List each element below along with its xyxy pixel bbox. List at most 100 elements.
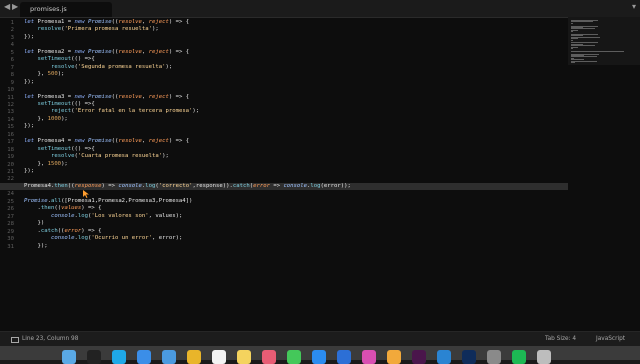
code-line[interactable]: let Promesa2 = new Promise((resolve, rej… xyxy=(24,49,568,57)
terminal-icon[interactable] xyxy=(87,350,101,364)
slack-icon[interactable] xyxy=(412,350,426,364)
code-line[interactable]: resolve('Segunda promesa resuelta'); xyxy=(24,64,568,72)
code-line[interactable] xyxy=(24,41,568,49)
mail-icon[interactable] xyxy=(162,350,176,364)
code-token: }, xyxy=(24,115,48,122)
code-line[interactable]: setTimeout(() =>{ xyxy=(24,101,568,109)
line-number: 29 xyxy=(7,228,14,235)
code-line[interactable]: console.log('Los valores son', values); xyxy=(24,213,568,221)
code-token: resolve xyxy=(37,26,62,33)
finder-icon[interactable] xyxy=(62,350,76,364)
syntax-indicator[interactable]: JavaScript xyxy=(596,336,625,342)
trash-icon[interactable] xyxy=(537,350,551,364)
code-line[interactable]: }); xyxy=(24,123,568,131)
code-line[interactable]: reject('Error fatal en la tercera promes… xyxy=(24,108,568,116)
code-line[interactable]: console.log('Ocurrio un error', error); xyxy=(24,235,568,243)
code-line[interactable]: let Promesa3 = new Promise((resolve, rej… xyxy=(24,94,568,102)
code-line[interactable]: setTimeout(() =>{ xyxy=(24,146,568,154)
code-token: , xyxy=(141,19,149,25)
code-line[interactable]: }, 1500); xyxy=(24,161,568,169)
code-token: ) => { xyxy=(168,93,190,100)
code-token: let xyxy=(24,19,38,25)
code-token: Promise xyxy=(88,93,112,100)
code-line[interactable]: }); xyxy=(24,243,568,251)
code-token: Promesa4 = xyxy=(37,138,75,145)
code-editor[interactable]: 1234567891011121314151617181920212223242… xyxy=(0,17,568,331)
itunes-icon[interactable] xyxy=(362,350,376,364)
chevron-down-icon[interactable]: ▾ xyxy=(632,2,636,11)
cursor-position[interactable]: Line 23, Column 98 xyxy=(22,336,78,342)
tab-size-indicator[interactable]: Tab Size: 4 xyxy=(545,336,576,342)
code-token: }); xyxy=(24,168,35,174)
line-number: 16 xyxy=(7,131,14,138)
code-area[interactable]: let Promesa1 = new Promise ((resolve, rej… xyxy=(0,17,568,331)
code-line[interactable]: let Promesa4 = new Promise((resolve, rej… xyxy=(24,138,568,146)
spotify-icon[interactable] xyxy=(512,350,526,364)
skype-icon[interactable] xyxy=(112,350,126,364)
code-line[interactable]: Promise.all([Promesa1,Promesa2,Promesa3,… xyxy=(24,198,568,206)
code-token: (() =>{ xyxy=(71,100,95,107)
code-token: }, xyxy=(24,71,48,78)
sketch-icon[interactable] xyxy=(387,350,401,364)
chrome-icon[interactable] xyxy=(187,350,201,364)
code-token: log xyxy=(145,182,156,189)
messages-icon[interactable] xyxy=(287,350,301,364)
code-token: console xyxy=(50,235,75,242)
code-token: resolve xyxy=(50,153,75,160)
code-token: console xyxy=(50,212,75,219)
notes-icon[interactable] xyxy=(237,350,251,364)
photos-icon[interactable] xyxy=(262,350,276,364)
code-token: console xyxy=(283,182,308,189)
code-token: , xyxy=(141,138,149,145)
calendar-icon[interactable] xyxy=(212,350,226,364)
appstore-icon[interactable] xyxy=(312,350,326,364)
safari-icon[interactable] xyxy=(137,350,151,364)
code-line[interactable]: .then((values) => { xyxy=(24,205,568,213)
line-number: 13 xyxy=(7,109,14,116)
line-number: 26 xyxy=(7,206,14,213)
code-line[interactable] xyxy=(24,86,568,94)
dock xyxy=(0,346,640,364)
code-line[interactable]: let Promesa1 = new Promise((resolve, rej… xyxy=(24,19,568,27)
code-line[interactable] xyxy=(24,131,568,139)
code-token: (error)); xyxy=(320,182,351,189)
code-line[interactable]: }); xyxy=(24,79,568,87)
code-token: then xyxy=(54,182,68,189)
line-number: 5 xyxy=(10,49,14,56)
code-token: ) => { xyxy=(81,205,102,212)
code-token: console xyxy=(118,182,142,189)
code-line[interactable]: }, 500); xyxy=(24,71,568,79)
panel-toggle-icon[interactable] xyxy=(11,337,19,343)
code-line[interactable]: resolve('Cuarta promesa resuelta'); xyxy=(24,153,568,161)
code-line[interactable]: }) xyxy=(24,220,568,228)
minimap[interactable] xyxy=(568,17,640,65)
line-number: 6 xyxy=(10,57,14,64)
code-token: resolve xyxy=(50,63,75,70)
code-line[interactable]: }); xyxy=(24,34,568,42)
chevron-left-icon[interactable]: ◀ xyxy=(4,2,10,11)
code-token: resolve xyxy=(118,93,142,100)
code-token: (() =>{ xyxy=(71,145,95,152)
chevron-right-icon[interactable]: ▶ xyxy=(12,2,18,11)
code-token: 'Error fatal en la tercera promesa' xyxy=(74,108,193,115)
tab-promises-js[interactable]: promises.js xyxy=(20,2,112,17)
code-token: ); xyxy=(61,160,68,167)
code-line[interactable]: }, 1000); xyxy=(24,116,568,124)
code-token: , xyxy=(141,48,149,55)
code-line[interactable]: .catch((error) => { xyxy=(24,228,568,236)
code-line[interactable]: resolve('Primera promesa resuelta'); xyxy=(24,26,568,34)
code-token: Promise xyxy=(88,48,112,55)
code-line[interactable]: }); xyxy=(24,168,568,176)
code-token: ) => { xyxy=(168,138,190,145)
code-token: 'Los valores son' xyxy=(91,212,149,219)
preferences-icon[interactable] xyxy=(487,350,501,364)
code-line[interactable] xyxy=(24,175,568,183)
vscode-icon[interactable] xyxy=(437,350,451,364)
code-line[interactable] xyxy=(24,190,568,198)
code-line[interactable]: setTimeout(() =>{ xyxy=(24,56,568,64)
photoshop-icon[interactable] xyxy=(462,350,476,364)
xcode-icon[interactable] xyxy=(337,350,351,364)
line-number: 15 xyxy=(7,124,14,131)
